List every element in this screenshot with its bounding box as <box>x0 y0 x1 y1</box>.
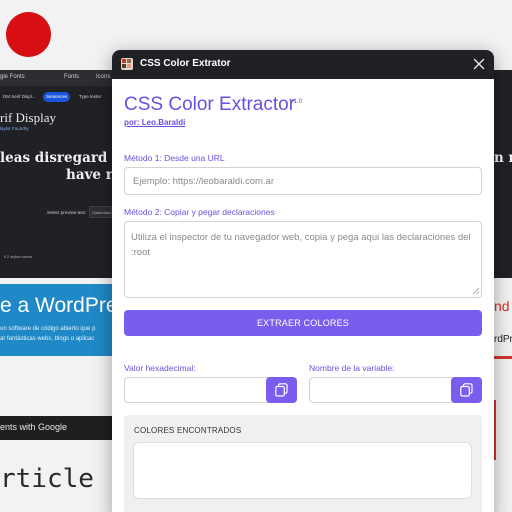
app-heading: CSS Color Extractor <box>124 94 296 115</box>
wordpress-banner-title: e a WordPre <box>0 294 118 317</box>
filter-chip-font[interactable]: DM Serif Displ... <box>0 92 39 102</box>
google-comments-text[interactable]: ents with Google <box>0 422 67 432</box>
wordpress-banner-subtitle-2: ar fantásticas webs, blogs o aplicac <box>0 336 95 342</box>
found-colors-list[interactable] <box>133 442 472 499</box>
nav-tab-icons[interactable]: Icons <box>96 74 110 80</box>
filter-chip-sentences[interactable]: Sentences <box>43 92 71 102</box>
google-fonts-filterbar: DM Serif Displ... Sentences Type tester <box>0 90 112 104</box>
found-colors-title: COLORES ENCONTRADOS <box>134 426 242 435</box>
nav-tab-fonts[interactable]: Fonts <box>64 74 79 80</box>
wordpress-right-text: rdPr <box>494 334 512 345</box>
palette-icon <box>120 57 134 71</box>
font-preview-right: n ri <box>494 150 512 166</box>
red-circle-logo <box>6 12 51 57</box>
copy-icon <box>460 383 473 397</box>
wordpress-banner-subtitle: un software de código abierto que p <box>0 326 96 332</box>
variable-name-label: Nombre de la variable: <box>309 363 395 373</box>
copy-variable-button[interactable] <box>451 377 482 403</box>
preview-select[interactable]: Customize <box>89 206 112 218</box>
declarations-textarea[interactable] <box>124 221 482 298</box>
method1-label: Método 1: Desde una URL <box>124 153 225 163</box>
filter-chip-type-tester[interactable]: Type tester <box>76 92 104 102</box>
hex-value-label: Valor hexadecimal: <box>124 363 196 373</box>
found-colors-panel: COLORES ENCONTRADOS <box>124 415 482 512</box>
hex-value-field[interactable] <box>124 377 268 403</box>
popup-titlebar: CSS Color Extrator <box>112 50 494 79</box>
version-badge: V1.0 <box>289 98 303 105</box>
css-color-extractor-popup: CSS Color Extrator CSS Color Extractor V… <box>112 50 494 512</box>
right-accent-bar <box>494 356 512 359</box>
google-fonts-page-right <box>494 70 512 278</box>
window-title: CSS Color Extrator <box>140 58 231 69</box>
variable-name-field[interactable] <box>309 377 453 403</box>
url-input[interactable] <box>124 167 482 195</box>
copy-hex-button[interactable] <box>266 377 297 403</box>
font-author-link[interactable]: laylor Foundry <box>0 126 29 131</box>
google-fonts-topbar: gle Fonts Fonts Icons <box>0 70 112 86</box>
method2-label: Método 2: Copiar y pegar declaraciones <box>124 207 275 217</box>
author-link[interactable]: por: Leo.Baraldi <box>124 118 185 127</box>
google-fonts-brand: gle Fonts <box>0 74 25 80</box>
right-accent-line <box>494 400 496 460</box>
styles-footnote: ll 2 styles below <box>4 254 33 259</box>
article-heading: rticle <box>0 464 94 494</box>
close-icon[interactable] <box>470 55 488 73</box>
copy-icon <box>275 383 288 397</box>
extract-colors-button[interactable]: EXTRAER COLORES <box>124 310 482 336</box>
font-family-title: rif Display <box>0 110 56 125</box>
preview-select-label: Select preview text: <box>47 210 87 215</box>
wordpress-right-title: nd <box>494 298 510 314</box>
